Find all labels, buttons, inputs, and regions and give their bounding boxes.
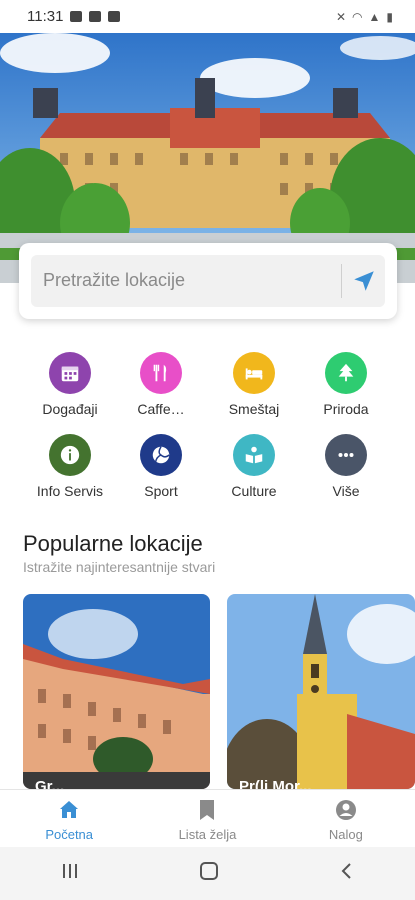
category-vise[interactable]: Više bbox=[306, 434, 386, 499]
location-card-title: Gr... bbox=[35, 778, 65, 789]
book-reader-icon bbox=[233, 434, 275, 476]
category-dogadjaji[interactable]: Događaji bbox=[30, 352, 110, 417]
status-time: 11:31 bbox=[27, 8, 64, 25]
navigation-arrow-icon[interactable] bbox=[351, 268, 377, 294]
location-card[interactable]: Pr(li Mor... bbox=[227, 594, 415, 789]
status-bar: 11:31 ✕ ◠ ▲ ▮ bbox=[0, 0, 415, 33]
category-label: Culture bbox=[231, 483, 277, 499]
account-icon bbox=[277, 798, 415, 822]
nav-home[interactable]: Početna bbox=[0, 790, 138, 848]
location-card-title: Pr(li Mor... bbox=[239, 778, 312, 789]
mail-icon bbox=[89, 11, 102, 22]
nav-wishlist[interactable]: Lista želja bbox=[138, 790, 276, 848]
category-label: Caffe… bbox=[137, 401, 185, 417]
more-dots-icon bbox=[325, 434, 367, 476]
section-subtitle: Istražite najinteresantnije stvari bbox=[23, 559, 216, 575]
category-label: Priroda bbox=[323, 401, 369, 417]
category-label: Info Servis bbox=[36, 483, 104, 499]
location-image bbox=[23, 594, 210, 789]
back-icon[interactable] bbox=[339, 861, 355, 886]
home-button-icon[interactable] bbox=[199, 861, 219, 886]
category-culture[interactable]: Culture bbox=[214, 434, 294, 499]
category-smestaj[interactable]: Smeštaj bbox=[214, 352, 294, 417]
category-info-servis[interactable]: Info Servis bbox=[30, 434, 110, 499]
search-placeholder: Pretražite lokacije bbox=[43, 270, 186, 290]
nav-label: Početna bbox=[45, 827, 94, 842]
category-sport[interactable]: Sport bbox=[121, 434, 201, 499]
category-label: Smeštaj bbox=[228, 401, 280, 417]
category-label: Događaji bbox=[42, 401, 98, 417]
bookmark-icon bbox=[138, 798, 276, 822]
search-input[interactable]: Pretražite lokacije bbox=[31, 255, 385, 307]
system-navigation-bar bbox=[0, 847, 415, 900]
category-label: Više bbox=[332, 483, 360, 499]
bed-icon bbox=[233, 352, 275, 394]
calendar-icon bbox=[49, 352, 91, 394]
tree-icon bbox=[325, 352, 367, 394]
volleyball-icon bbox=[140, 434, 182, 476]
battery-icon: ▮ bbox=[386, 9, 393, 24]
signal-icon: ▲ bbox=[368, 9, 381, 24]
recent-apps-icon[interactable] bbox=[60, 862, 80, 885]
check-icon bbox=[108, 11, 121, 22]
fork-knife-icon bbox=[140, 352, 182, 394]
location-image bbox=[227, 594, 415, 789]
search-divider bbox=[341, 264, 342, 298]
info-icon bbox=[49, 434, 91, 476]
home-icon bbox=[0, 798, 138, 822]
category-caffe[interactable]: Caffe… bbox=[121, 352, 201, 417]
location-card[interactable]: Gr... bbox=[23, 594, 210, 789]
search-card: Pretražite lokacije bbox=[19, 243, 397, 319]
nav-account[interactable]: Nalog bbox=[277, 790, 415, 848]
wifi-icon: ◠ bbox=[352, 9, 363, 24]
bottom-navigation: Početna Lista želja Nalog bbox=[0, 789, 415, 848]
category-label: Sport bbox=[144, 483, 178, 499]
nav-label: Lista želja bbox=[178, 827, 237, 842]
gallery-icon bbox=[70, 11, 83, 22]
section-title: Popularne lokacije bbox=[23, 531, 203, 556]
nav-label: Nalog bbox=[328, 827, 363, 842]
category-priroda[interactable]: Priroda bbox=[306, 352, 386, 417]
mute-icon: ✕ bbox=[335, 9, 347, 24]
